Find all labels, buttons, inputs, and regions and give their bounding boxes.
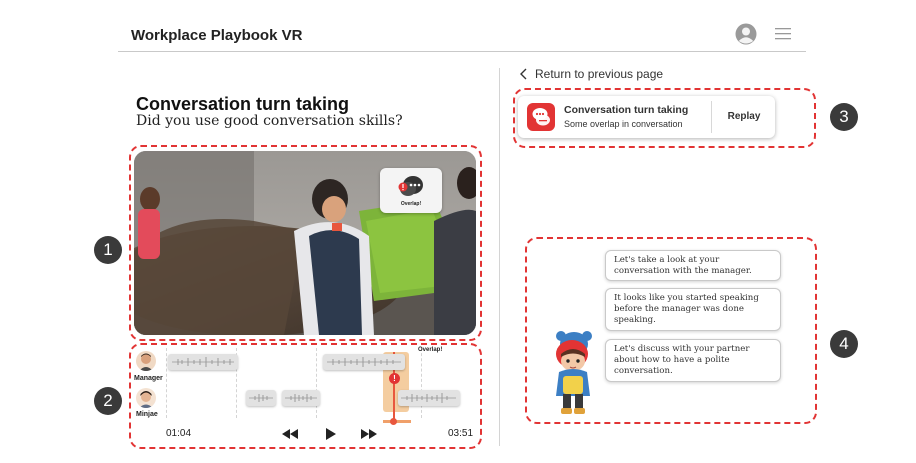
replay-button[interactable]: Replay <box>713 96 775 138</box>
return-link[interactable]: Return to previous page <box>520 67 663 81</box>
overlap-alert-icon: ! <box>389 373 400 384</box>
manager-audio-clip[interactable] <box>323 354 405 370</box>
speaker-label-minjae: Minjae <box>136 411 158 418</box>
rewind-icon <box>282 429 298 439</box>
user-avatar-icon[interactable] <box>735 23 757 50</box>
return-label: Return to previous page <box>535 67 664 81</box>
overlap-chat-icon <box>398 176 423 196</box>
minjae-audio-clip[interactable] <box>246 390 276 406</box>
agent-message-1: Let's take a look at your conversation w… <box>605 250 781 281</box>
minjae-avatar <box>136 388 156 408</box>
timeline-gridline <box>166 348 167 418</box>
timeline-gridline <box>316 348 317 418</box>
minjae-audio-clip[interactable] <box>398 390 460 406</box>
page-subtitle: Did you use good conversation skills? <box>136 113 403 129</box>
chevron-left-icon <box>520 68 527 80</box>
marker-2: 2 <box>94 387 122 415</box>
fast-forward-icon <box>361 429 377 439</box>
marker-1: 1 <box>94 236 122 264</box>
overlap-timeline-label: Overlap! <box>418 347 443 353</box>
playhead-handle[interactable] <box>390 418 397 425</box>
minjae-audio-clip[interactable] <box>282 390 320 406</box>
panel-divider <box>499 68 500 446</box>
agent-message-2: It looks like you started speaking befor… <box>605 288 781 331</box>
feedback-card-subtitle: Some overlap in conversation <box>564 119 683 129</box>
speaker-label-manager: Manager <box>134 375 163 382</box>
marker-3: 3 <box>830 103 858 131</box>
conversation-feedback-icon <box>527 103 555 131</box>
manager-avatar <box>136 351 156 371</box>
current-time: 01:04 <box>166 428 192 439</box>
feedback-card-title: Conversation turn taking <box>564 104 689 116</box>
fast-forward-button[interactable] <box>360 427 378 445</box>
playhead-base <box>383 420 411 423</box>
agent-character <box>550 330 600 423</box>
overlap-popup: Overlap! <box>380 168 442 213</box>
feedback-card: Conversation turn taking Some overlap in… <box>518 96 775 138</box>
hamburger-menu-icon[interactable] <box>775 27 791 46</box>
manager-audio-clip[interactable] <box>168 354 238 370</box>
agent-message-3: Let's discuss with your partner about ho… <box>605 339 781 382</box>
end-time: 03:51 <box>448 428 474 439</box>
app-title: Workplace Playbook VR <box>131 27 303 44</box>
marker-4: 4 <box>830 330 858 358</box>
agent-character-illustration <box>556 331 592 414</box>
timeline-gridline <box>421 348 422 418</box>
play-icon <box>326 428 336 440</box>
overlap-popup-label: Overlap! <box>400 201 422 207</box>
page-title: Conversation turn taking <box>136 94 350 114</box>
play-button[interactable] <box>325 427 337 445</box>
rewind-button[interactable] <box>281 427 299 445</box>
card-separator <box>711 101 712 133</box>
app-header: Workplace Playbook VR <box>118 17 806 52</box>
